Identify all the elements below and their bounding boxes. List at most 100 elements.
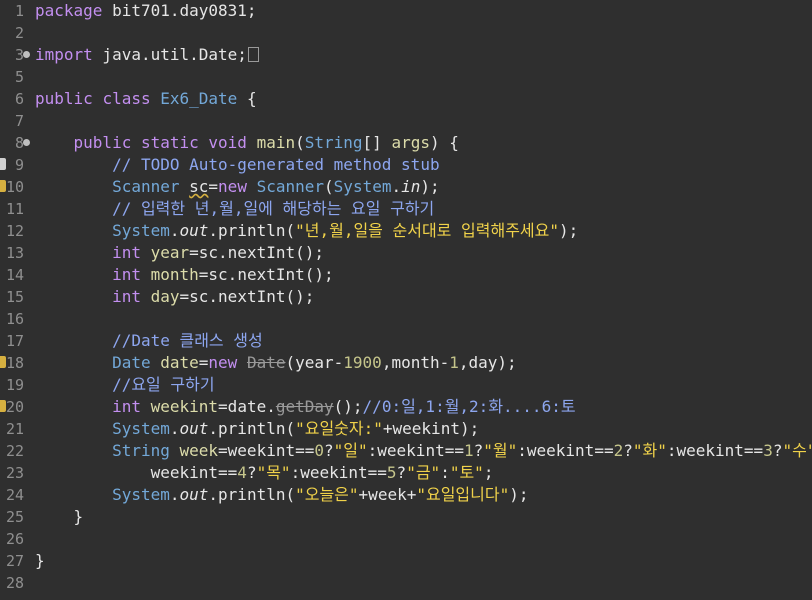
- code-line[interactable]: 23 weekint==4?"목":weekint==5?"금":"토";: [0, 462, 812, 484]
- code-line[interactable]: 18 Date date=new Date(year-1900,month-1,…: [0, 352, 812, 374]
- code-token: "토": [449, 463, 484, 482]
- code-token: class: [102, 89, 151, 108]
- fold-toggle-icon[interactable]: [23, 51, 30, 58]
- code-token: 3: [763, 441, 773, 460]
- code-token: week: [179, 441, 219, 460]
- code-line[interactable]: 17 //Date 클래스 생성: [0, 330, 812, 352]
- code-line[interactable]: 19 //요일 구하기: [0, 374, 812, 396]
- code-line[interactable]: 1 package bit701.day0831;: [0, 0, 812, 22]
- code-token: int: [112, 265, 141, 284]
- code-token: =: [198, 353, 209, 372]
- warning-marker-icon[interactable]: [0, 180, 6, 192]
- code-line[interactable]: 28: [0, 572, 812, 594]
- code-token: []: [362, 133, 392, 152]
- code-token: "목": [256, 463, 291, 482]
- code-line[interactable]: 2: [0, 22, 812, 44]
- line-number: 1: [14, 2, 24, 20]
- code-line[interactable]: 6 public class Ex6_Date {: [0, 88, 812, 110]
- code-token: .: [169, 419, 180, 438]
- code-token: year: [150, 243, 190, 262]
- code-text: //요일 구하기: [35, 374, 215, 396]
- code-line[interactable]: 16: [0, 308, 812, 330]
- code-line[interactable]: 26: [0, 528, 812, 550]
- code-line[interactable]: 25 }: [0, 506, 812, 528]
- line-number: 2: [14, 24, 24, 42]
- code-token: month: [150, 265, 199, 284]
- code-token: (: [324, 177, 334, 196]
- code-line[interactable]: 24 System.out.println("오늘은"+week+"요일입니다"…: [0, 484, 812, 506]
- code-token: "월": [483, 441, 518, 460]
- code-token: weekint==: [35, 463, 238, 482]
- code-line[interactable]: 21 System.out.println("요일숫자:"+weekint);: [0, 418, 812, 440]
- code-line[interactable]: 10 Scanner sc=new Scanner(System.in);: [0, 176, 812, 198]
- code-line[interactable]: 15 int day=sc.nextInt();: [0, 286, 812, 308]
- code-token: //0:일,1:월,2:화....6:토: [362, 397, 576, 416]
- code-token: int: [112, 397, 141, 416]
- code-token: );: [420, 177, 440, 196]
- code-token: ) {: [429, 133, 459, 152]
- code-line[interactable]: 8 public static void main(String[] args)…: [0, 132, 812, 154]
- code-text: weekint==4?"목":weekint==5?"금":"토";: [35, 462, 494, 484]
- code-line[interactable]: 20 int weekint=date.getDay();//0:일,1:월,2…: [0, 396, 812, 418]
- line-number: 25: [5, 508, 24, 526]
- code-token: 1: [449, 353, 459, 372]
- collapsed-imports-icon[interactable]: [247, 47, 259, 62]
- line-number: 12: [5, 222, 24, 240]
- warning-marker-icon[interactable]: [0, 356, 6, 368]
- code-token: =sc.nextInt();: [189, 243, 324, 262]
- line-number: 19: [5, 376, 24, 394]
- code-text: System.out.println("오늘은"+week+"요일입니다");: [35, 484, 528, 506]
- code-token: =sc.nextInt();: [179, 287, 315, 306]
- code-token: Scanner: [256, 177, 325, 196]
- code-line[interactable]: 9 // TODO Auto-generated method stub: [0, 154, 812, 176]
- fold-toggle-icon[interactable]: [23, 139, 30, 146]
- code-token: =date.: [218, 397, 276, 416]
- code-line[interactable]: 14 int month=sc.nextInt();: [0, 264, 812, 286]
- code-line[interactable]: 3 import java.util.Date;: [0, 44, 812, 66]
- task-marker-icon[interactable]: [0, 158, 6, 170]
- code-token: 2: [613, 441, 624, 460]
- code-line[interactable]: 27}: [0, 550, 812, 572]
- code-token: void: [208, 133, 247, 152]
- code-token: "금": [406, 463, 441, 482]
- warning-marker-icon[interactable]: [0, 400, 6, 412]
- code-token: 4: [237, 463, 247, 482]
- code-text: System.out.println("년,월,일을 순서대로 입력해주세요")…: [35, 220, 578, 242]
- line-number: 23: [5, 464, 24, 482]
- code-text: }: [35, 506, 84, 528]
- code-line[interactable]: 5: [0, 66, 812, 88]
- code-token: new: [208, 353, 238, 372]
- code-token: day: [150, 287, 180, 306]
- code-line[interactable]: 13 int year=sc.nextInt();: [0, 242, 812, 264]
- code-token: args: [391, 133, 430, 152]
- code-token: int: [112, 287, 141, 306]
- code-token: 0: [314, 441, 324, 460]
- code-token: out: [179, 419, 209, 438]
- code-line[interactable]: 12 System.out.println("년,월,일을 순서대로 입력해주세…: [0, 220, 812, 242]
- code-token: ?: [324, 441, 334, 460]
- line-number: 17: [5, 332, 24, 350]
- code-token: }: [35, 507, 84, 526]
- code-editor[interactable]: 1 package bit701.day0831; 2 3 import java.ut…: [0, 0, 812, 600]
- code-token: //Date 클래스 생성: [112, 331, 263, 350]
- code-line[interactable]: 11 // 입력한 년,월,일에 해당하는 요일 구하기: [0, 198, 812, 220]
- code-token: Date: [112, 353, 151, 372]
- code-line[interactable]: 22 String week=weekint==0?"일":weekint==1…: [0, 440, 812, 462]
- code-token: ?: [246, 463, 257, 482]
- code-line[interactable]: 7: [0, 110, 812, 132]
